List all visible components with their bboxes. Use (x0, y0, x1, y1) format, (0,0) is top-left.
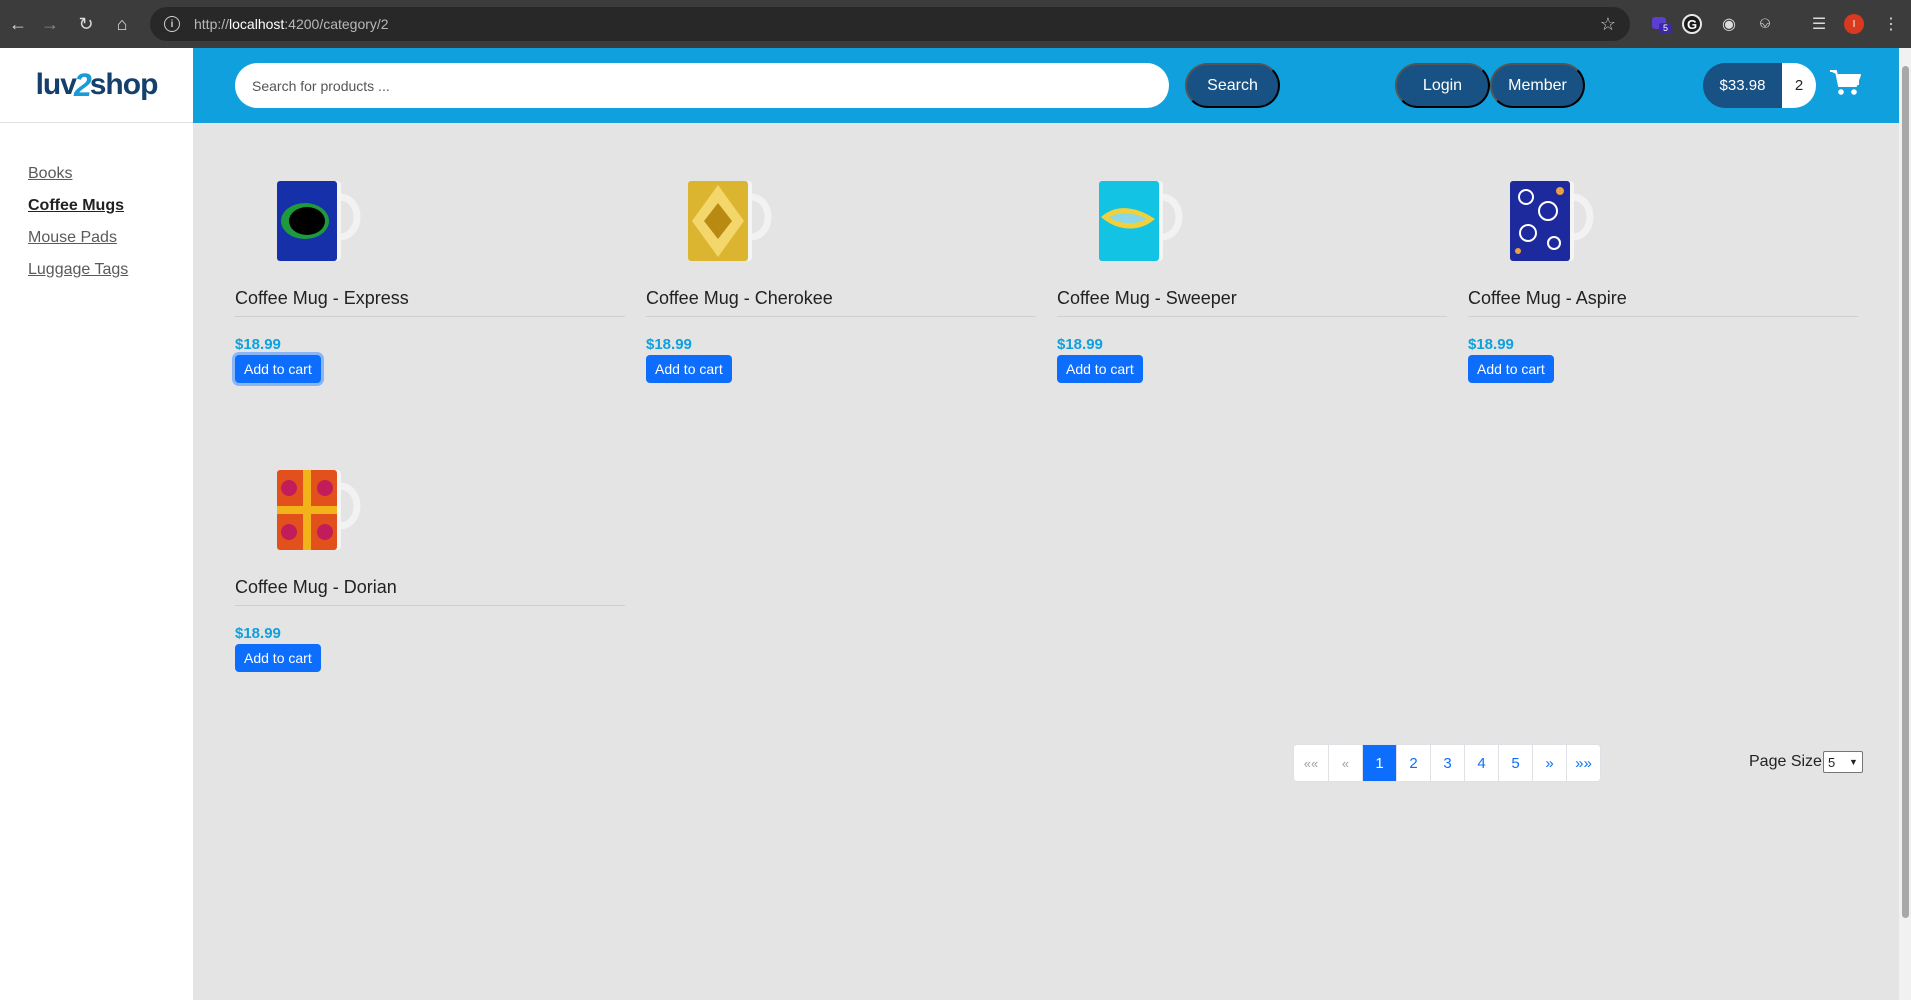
login-button[interactable]: Login (1395, 63, 1490, 108)
shopping-cart-icon[interactable] (1828, 68, 1864, 98)
home-icon[interactable]: ⌂ (104, 6, 140, 42)
category-link-coffee-mugs[interactable]: Coffee Mugs (28, 197, 124, 214)
header-bar: Search Login Member $33.98 2 (193, 48, 1899, 123)
product-price: $18.99 (1468, 336, 1514, 353)
extension-badge: 5 (1663, 23, 1669, 33)
product-price: $18.99 (1057, 336, 1103, 353)
forward-icon[interactable]: → (32, 6, 68, 42)
product-card: Coffee Mug - Express $18.99 Add to cart (235, 167, 625, 383)
cart-quantity-badge[interactable]: 2 (1782, 63, 1816, 108)
category-menu: Books Coffee Mugs Mouse Pads Luggage Tag… (0, 123, 193, 279)
pagination-page-4[interactable]: 4 (1464, 745, 1498, 781)
logo-part-luv: luv (35, 68, 77, 101)
back-icon[interactable]: ← (0, 6, 36, 42)
privacy-extension-icon[interactable]: ◉ (1716, 11, 1742, 37)
product-name[interactable]: Coffee Mug - Express (235, 288, 625, 317)
product-image[interactable] (1498, 167, 1596, 265)
puzzle-extensions-icon[interactable]: ⎉ (1752, 11, 1778, 37)
category-link-luggage-tags[interactable]: Luggage Tags (28, 261, 128, 278)
url-text: http://localhost:4200/category/2 (194, 16, 389, 32)
address-bar[interactable]: i http://localhost:4200/category/2 ☆ (150, 7, 1630, 41)
page-scrollbar[interactable] (1899, 48, 1911, 1000)
chevron-down-icon: ▼ (1849, 757, 1858, 767)
product-name[interactable]: Coffee Mug - Aspire (1468, 288, 1858, 317)
product-grid: Coffee Mug - Express $18.99 Add to cart … (193, 123, 1899, 1000)
add-to-cart-button[interactable]: Add to cart (235, 644, 321, 672)
category-item: Luggage Tags (28, 261, 193, 279)
category-item: Mouse Pads (28, 229, 193, 247)
reload-icon[interactable]: ↻ (68, 6, 104, 42)
product-name[interactable]: Coffee Mug - Cherokee (646, 288, 1036, 317)
product-image[interactable] (265, 456, 363, 554)
pagination-last[interactable]: »» (1566, 745, 1600, 781)
extension-icon[interactable]: 5 (1648, 11, 1674, 37)
grammarly-icon[interactable]: G (1682, 14, 1702, 34)
product-price: $18.99 (235, 625, 281, 642)
add-to-cart-button[interactable]: Add to cart (646, 355, 732, 383)
pagination-page-1[interactable]: 1 (1362, 745, 1396, 781)
bookmark-star-icon[interactable]: ☆ (1600, 14, 1616, 35)
search-button[interactable]: Search (1185, 63, 1280, 108)
product-card: Coffee Mug - Dorian $18.99 Add to cart (235, 456, 625, 672)
search-input[interactable] (235, 63, 1169, 108)
cart-total-price[interactable]: $33.98 (1703, 63, 1782, 108)
product-price: $18.99 (646, 336, 692, 353)
product-image[interactable] (676, 167, 774, 265)
product-card: Coffee Mug - Cherokee $18.99 Add to cart (646, 167, 1036, 383)
sidebar: luv 2 shop Books Coffee Mugs Mouse Pads … (0, 48, 193, 1000)
pagination-page-2[interactable]: 2 (1396, 745, 1430, 781)
product-card: Coffee Mug - Aspire $18.99 Add to cart (1468, 167, 1858, 383)
luv2shop-logo[interactable]: luv 2 shop (0, 48, 193, 123)
pagination: «« « 1 2 3 4 5 » »» (1293, 744, 1601, 782)
category-item: Coffee Mugs (28, 197, 193, 215)
browser-toolbar: ← → ↻ ⌂ i http://localhost:4200/category… (0, 0, 1911, 48)
pagination-next[interactable]: » (1532, 745, 1566, 781)
reading-list-icon[interactable]: ☰ (1806, 11, 1832, 37)
pagination-page-5[interactable]: 5 (1498, 745, 1532, 781)
add-to-cart-button[interactable]: Add to cart (1057, 355, 1143, 383)
add-to-cart-button[interactable]: Add to cart (1468, 355, 1554, 383)
pagination-first[interactable]: «« (1294, 745, 1328, 781)
category-link-books[interactable]: Books (28, 165, 72, 182)
category-link-mouse-pads[interactable]: Mouse Pads (28, 229, 117, 246)
scrollbar-thumb[interactable] (1902, 66, 1909, 918)
product-image[interactable] (1087, 167, 1185, 265)
profile-avatar[interactable]: I (1844, 14, 1864, 34)
pagination-page-3[interactable]: 3 (1430, 745, 1464, 781)
product-name[interactable]: Coffee Mug - Sweeper (1057, 288, 1447, 317)
page-size-control: Page Size 5 ▼ (1749, 751, 1863, 773)
page-size-select[interactable]: 5 ▼ (1822, 751, 1863, 773)
logo-part-shop: shop (89, 68, 159, 101)
page-size-label: Page Size (1749, 753, 1822, 770)
add-to-cart-button[interactable]: Add to cart (235, 355, 321, 383)
site-info-icon[interactable]: i (164, 16, 180, 32)
category-item: Books (28, 165, 193, 183)
page-size-value: 5 (1827, 754, 1836, 770)
product-price: $18.99 (235, 336, 281, 353)
product-name[interactable]: Coffee Mug - Dorian (235, 577, 625, 606)
product-card: Coffee Mug - Sweeper $18.99 Add to cart (1057, 167, 1447, 383)
page-content: luv 2 shop Books Coffee Mugs Mouse Pads … (0, 48, 1911, 1000)
product-image[interactable] (265, 167, 363, 265)
chrome-menu-icon[interactable]: ⋮ (1878, 11, 1904, 37)
pagination-prev[interactable]: « (1328, 745, 1362, 781)
member-button[interactable]: Member (1490, 63, 1585, 108)
